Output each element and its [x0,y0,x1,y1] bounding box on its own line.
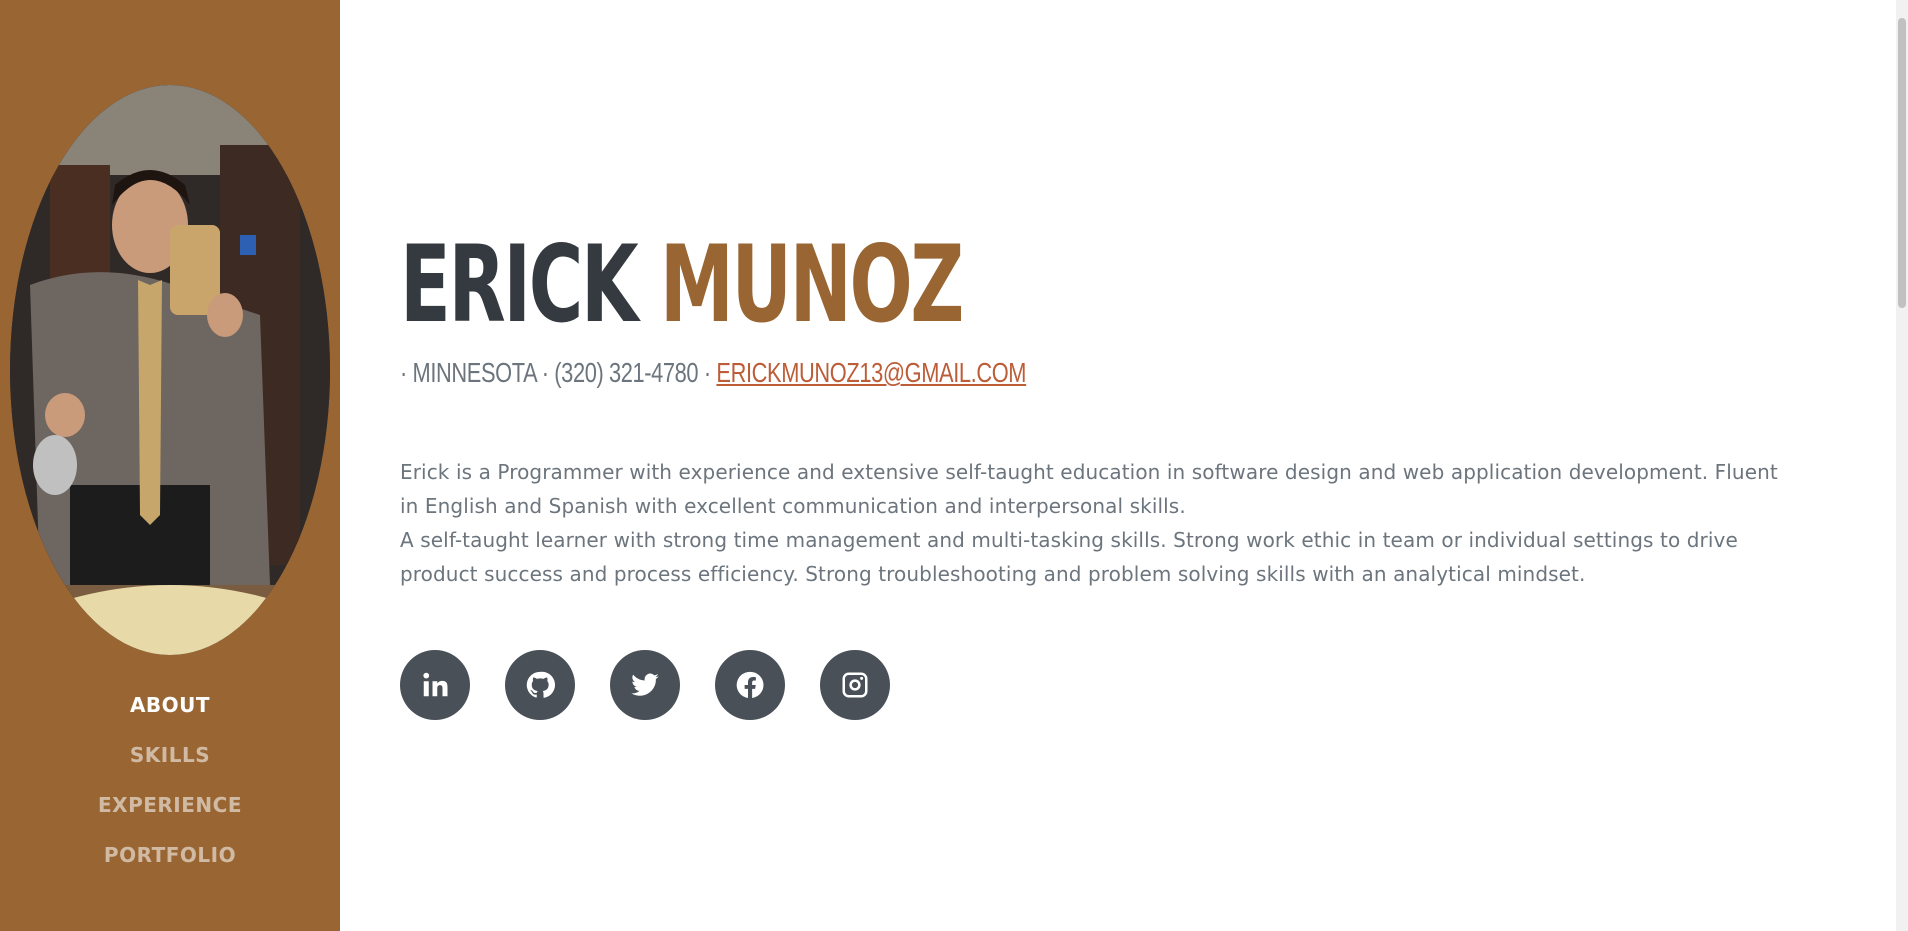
last-name: MUNOZ [659,223,964,346]
nav-item-skills[interactable]: SKILLS [0,730,340,780]
bio-paragraph-1: Erick is a Programmer with experience an… [400,460,1778,518]
email-link[interactable]: ERICKMUNOZ13@GMAIL.COM [716,357,1026,388]
nav-item-about[interactable]: ABOUT [0,680,340,730]
about-section: ERICK MUNOZ · MINNESOTA · (320) 321-4780… [400,0,1800,931]
instagram-icon [842,672,868,698]
nav-item-experience[interactable]: EXPERIENCE [0,780,340,830]
linkedin-icon [423,672,448,697]
avatar [10,85,330,655]
facebook-icon [736,671,764,698]
page-title: ERICK MUNOZ [400,223,964,346]
avatar-photo [10,85,330,655]
contact-line: · MINNESOTA · (320) 321-4780 · ERICKMUNO… [400,356,1027,390]
nav-item-portfolio[interactable]: PORTFOLIO [0,830,340,880]
facebook-button[interactable] [715,650,785,720]
instagram-button[interactable] [820,650,890,720]
linkedin-button[interactable] [400,650,470,720]
bio-paragraph-2: A self-taught learner with strong time m… [400,528,1738,586]
first-name: ERICK [400,223,639,346]
scrollbar[interactable] [1896,0,1908,931]
sidebar: ABOUT SKILLS EXPERIENCE PORTFOLIO [0,0,340,931]
sidebar-nav: ABOUT SKILLS EXPERIENCE PORTFOLIO [0,680,340,880]
scrollbar-thumb[interactable] [1898,18,1906,308]
twitter-icon [631,673,659,696]
twitter-button[interactable] [610,650,680,720]
bio: Erick is a Programmer with experience an… [400,455,1780,591]
github-icon [526,671,555,698]
social-icons [400,650,925,720]
github-button[interactable] [505,650,575,720]
location-phone: · MINNESOTA · (320) 321-4780 · [400,357,717,388]
